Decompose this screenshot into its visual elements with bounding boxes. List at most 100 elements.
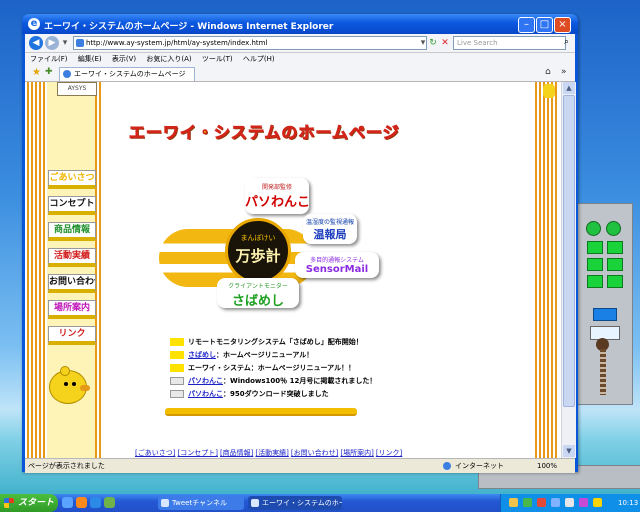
- gadget-cell[interactable]: [587, 241, 603, 254]
- quicklaunch-firefox-icon[interactable]: [76, 497, 87, 508]
- product-sensormail-link[interactable]: 多目的通報システム SensorMail: [295, 252, 379, 278]
- forward-button[interactable]: ▶: [45, 36, 59, 50]
- address-bar[interactable]: http://www.ay-system.jp/html/ay-system/i…: [73, 36, 427, 50]
- menu-edit[interactable]: 編集(E): [78, 55, 102, 63]
- title-bar[interactable]: e エーワイ・システムのホームページ - Windows Internet Ex…: [22, 14, 578, 34]
- search-input[interactable]: Live Search: [453, 36, 566, 50]
- add-favorites-icon[interactable]: ✚: [45, 67, 53, 77]
- manpokei-ruby: まんぽけい: [240, 234, 276, 242]
- scroll-up-arrow-icon[interactable]: ▲: [563, 82, 575, 94]
- start-button[interactable]: スタート: [0, 494, 58, 512]
- footer-link-activities[interactable]: [活動実績]: [255, 449, 288, 457]
- page-icon: [63, 70, 71, 78]
- footer-link-concept[interactable]: [コンセプト]: [177, 449, 217, 457]
- sensormail-title: SensorMail: [305, 264, 369, 275]
- menu-favorites[interactable]: お気に入り(A): [146, 55, 191, 63]
- nav-greeting[interactable]: ごあいさつ: [48, 170, 96, 189]
- indicator-led: [586, 221, 601, 236]
- browser-chrome: ◀ ▶ ▾ http://www.ay-system.jp/html/ay-sy…: [25, 34, 576, 473]
- tray-icon[interactable]: [593, 498, 602, 507]
- menu-tools[interactable]: ツール(T): [202, 55, 233, 63]
- sabameshi-title: さばめし: [231, 294, 284, 309]
- tray-icon[interactable]: [537, 498, 546, 507]
- home-icon[interactable]: ⌂: [545, 67, 551, 77]
- footer-link-links[interactable]: [リンク]: [376, 449, 402, 457]
- security-zone[interactable]: インターネット: [443, 459, 504, 473]
- scroll-thumb[interactable]: [563, 95, 575, 407]
- page-icon: [76, 39, 84, 47]
- site-logo[interactable]: AYSYS: [57, 82, 97, 96]
- taskbar-button-browser[interactable]: エーワイ・システムのホー…: [248, 496, 342, 510]
- taskbar-button-tweet[interactable]: Tweetチャンネル: [158, 496, 244, 510]
- maximize-button[interactable]: □: [536, 17, 553, 33]
- zoom-level[interactable]: 100%: [537, 459, 557, 473]
- tray-icon[interactable]: [579, 498, 588, 507]
- news-item: リモートモニタリングシステム「さばめし」配布開始！: [170, 336, 363, 348]
- gadget-blue-button[interactable]: [593, 308, 617, 321]
- news-link[interactable]: パソわんこ: [188, 377, 223, 385]
- page-menu-icon[interactable]: »: [561, 67, 567, 77]
- news-link[interactable]: パソわんこ: [188, 390, 223, 398]
- footer-link-products[interactable]: [商品情報]: [220, 449, 253, 457]
- footer-link-location[interactable]: [場所案内]: [340, 449, 373, 457]
- nav-location[interactable]: 場所案内: [48, 300, 96, 319]
- tray-icon[interactable]: [523, 498, 532, 507]
- footer-link-greeting[interactable]: [ごあいさつ]: [135, 449, 175, 457]
- gadget-cell[interactable]: [607, 275, 623, 288]
- news-item: さばめし：ホームページリニューアル！: [170, 349, 313, 361]
- right-stripes: [535, 82, 557, 458]
- minimize-button[interactable]: –: [518, 17, 535, 33]
- nav-links[interactable]: リンク: [48, 326, 96, 345]
- news-item: パソわんこ：Windows100％ 12月号に掲載されました！: [170, 375, 376, 387]
- nav-products[interactable]: 商品情報: [48, 222, 96, 241]
- taskbar: スタート Tweetチャンネル エーワイ・システムのホー… 10:13: [0, 494, 640, 512]
- back-button[interactable]: ◀: [29, 36, 43, 50]
- search-icon[interactable]: ⌕: [564, 37, 574, 47]
- gadget-slider-track[interactable]: [600, 349, 606, 395]
- news-tag-icon: [170, 390, 184, 398]
- news-text: ：950ダウンロード突破しました: [223, 390, 329, 398]
- window-title: エーワイ・システムのホームページ - Windows Internet Expl…: [44, 22, 334, 32]
- gadget-cell[interactable]: [587, 258, 603, 271]
- page-viewport: AYSYS ごあいさつ コンセプト 商品情報 活動実績 お問い合わせ 場所案内 …: [25, 82, 561, 458]
- desktop-gadget: [575, 203, 633, 405]
- product-sabameshi-link[interactable]: クライアントモニター さばめし: [217, 278, 299, 309]
- menu-help[interactable]: ヘルプ(H): [243, 55, 275, 63]
- tab-current[interactable]: エーワイ・システムのホームページ: [59, 67, 195, 81]
- history-dropdown-icon[interactable]: ▾: [59, 37, 71, 49]
- vertical-scrollbar[interactable]: ▲ ▼: [561, 82, 576, 458]
- tray-icon[interactable]: [509, 498, 518, 507]
- news-text: ：Windows100％ 12月号に掲載されました！: [223, 377, 377, 385]
- nav-contact[interactable]: お問い合わせ: [48, 274, 96, 293]
- gadget-cell[interactable]: [607, 258, 623, 271]
- pasowanko-caption: 開発部監修: [261, 184, 292, 191]
- nav-activities[interactable]: 活動実績: [48, 248, 96, 267]
- quicklaunch-ie-icon[interactable]: [90, 497, 101, 508]
- scroll-down-arrow-icon[interactable]: ▼: [563, 445, 575, 457]
- news-tag-icon: [170, 377, 184, 385]
- left-stripes: [27, 82, 47, 458]
- tray-icon[interactable]: [565, 498, 574, 507]
- close-button[interactable]: ×: [554, 17, 571, 33]
- sabameshi-caption: クライアントモニター: [228, 283, 288, 290]
- tray-icon[interactable]: [551, 498, 560, 507]
- news-text: リモートモニタリングシステム「さばめし」配布開始！: [188, 338, 363, 346]
- refresh-icon[interactable]: ↻: [427, 37, 439, 49]
- product-ondoken-link[interactable]: 温湿度の監視通報 温報局: [303, 214, 357, 244]
- footer-link-contact[interactable]: [お問い合わせ]: [291, 449, 338, 457]
- gadget-cell[interactable]: [587, 275, 603, 288]
- menu-view[interactable]: 表示(V): [112, 55, 136, 63]
- news-tag-icon: [170, 364, 184, 372]
- product-pasowanko-link[interactable]: 開発部監修 パソわんこ: [245, 178, 310, 214]
- menu-file[interactable]: ファイル(F): [30, 55, 68, 63]
- nav-concept[interactable]: コンセプト: [48, 196, 96, 215]
- news-link[interactable]: さばめし: [188, 351, 216, 359]
- news-tag-icon: [170, 338, 184, 346]
- product-manpokei-link[interactable]: まんぽけい 万歩計: [225, 218, 291, 284]
- quicklaunch-app-icon[interactable]: [104, 497, 115, 508]
- gadget-cell[interactable]: [607, 241, 623, 254]
- quicklaunch-desktop-icon[interactable]: [62, 497, 73, 508]
- stop-icon[interactable]: ✕: [439, 37, 451, 49]
- favorites-star-icon[interactable]: ★: [32, 67, 41, 78]
- news-text: エーワイ・システム：ホームページリニューアル！！: [188, 364, 356, 372]
